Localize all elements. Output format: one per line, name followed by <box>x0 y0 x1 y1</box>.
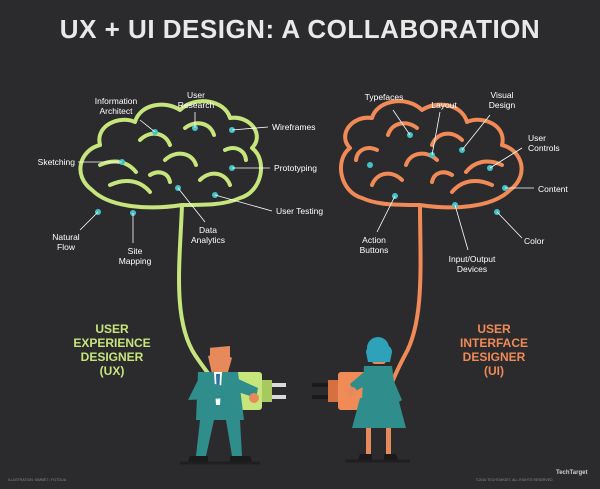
footer-copyright: ©2016 TECHTARGET. ALL RIGHTS RESERVED. <box>476 478 554 482</box>
techtarget-logo: TechTarget <box>556 470 588 476</box>
label-sketching: Sketching <box>37 157 75 167</box>
label-layout: Layout <box>431 100 457 110</box>
label-prototyping: Prototyping <box>274 163 317 173</box>
label-action-buttons: Action Buttons <box>359 235 389 255</box>
label-user-controls: User Controls <box>528 133 560 153</box>
label-content: Content <box>538 184 568 194</box>
label-visual-design: Visual Design <box>488 90 516 110</box>
infographic: UX + UI DESIGN: A COLLABORATION Informat… <box>0 0 600 489</box>
ui-role-label: USER INTERFACE DESIGNER (UI) <box>459 322 529 378</box>
label-natural-flow: Natural Flow <box>52 232 80 252</box>
ux-role-label: USER EXPERIENCE DESIGNER (UX) <box>73 322 151 378</box>
label-typefaces: Typefaces <box>364 92 404 102</box>
label-user-research: User Research <box>177 90 215 110</box>
label-user-testing: User Testing <box>276 206 324 216</box>
illustration <box>78 99 534 465</box>
dot-ui-extra <box>367 162 373 168</box>
label-site-mapping: Site Mapping <box>118 246 152 266</box>
footer-credit-left: ILLUSTRATION: SIMMET / FOTOLIA <box>8 478 67 482</box>
label-wireframes: Wireframes <box>272 122 316 132</box>
label-input-output-devices: Input/Output Devices <box>448 254 496 274</box>
label-information-architect: Information Architect <box>94 96 138 116</box>
label-color: Color <box>524 236 545 246</box>
label-data-analytics: Data Analytics <box>190 225 226 245</box>
ux-leader-lines <box>78 112 273 243</box>
